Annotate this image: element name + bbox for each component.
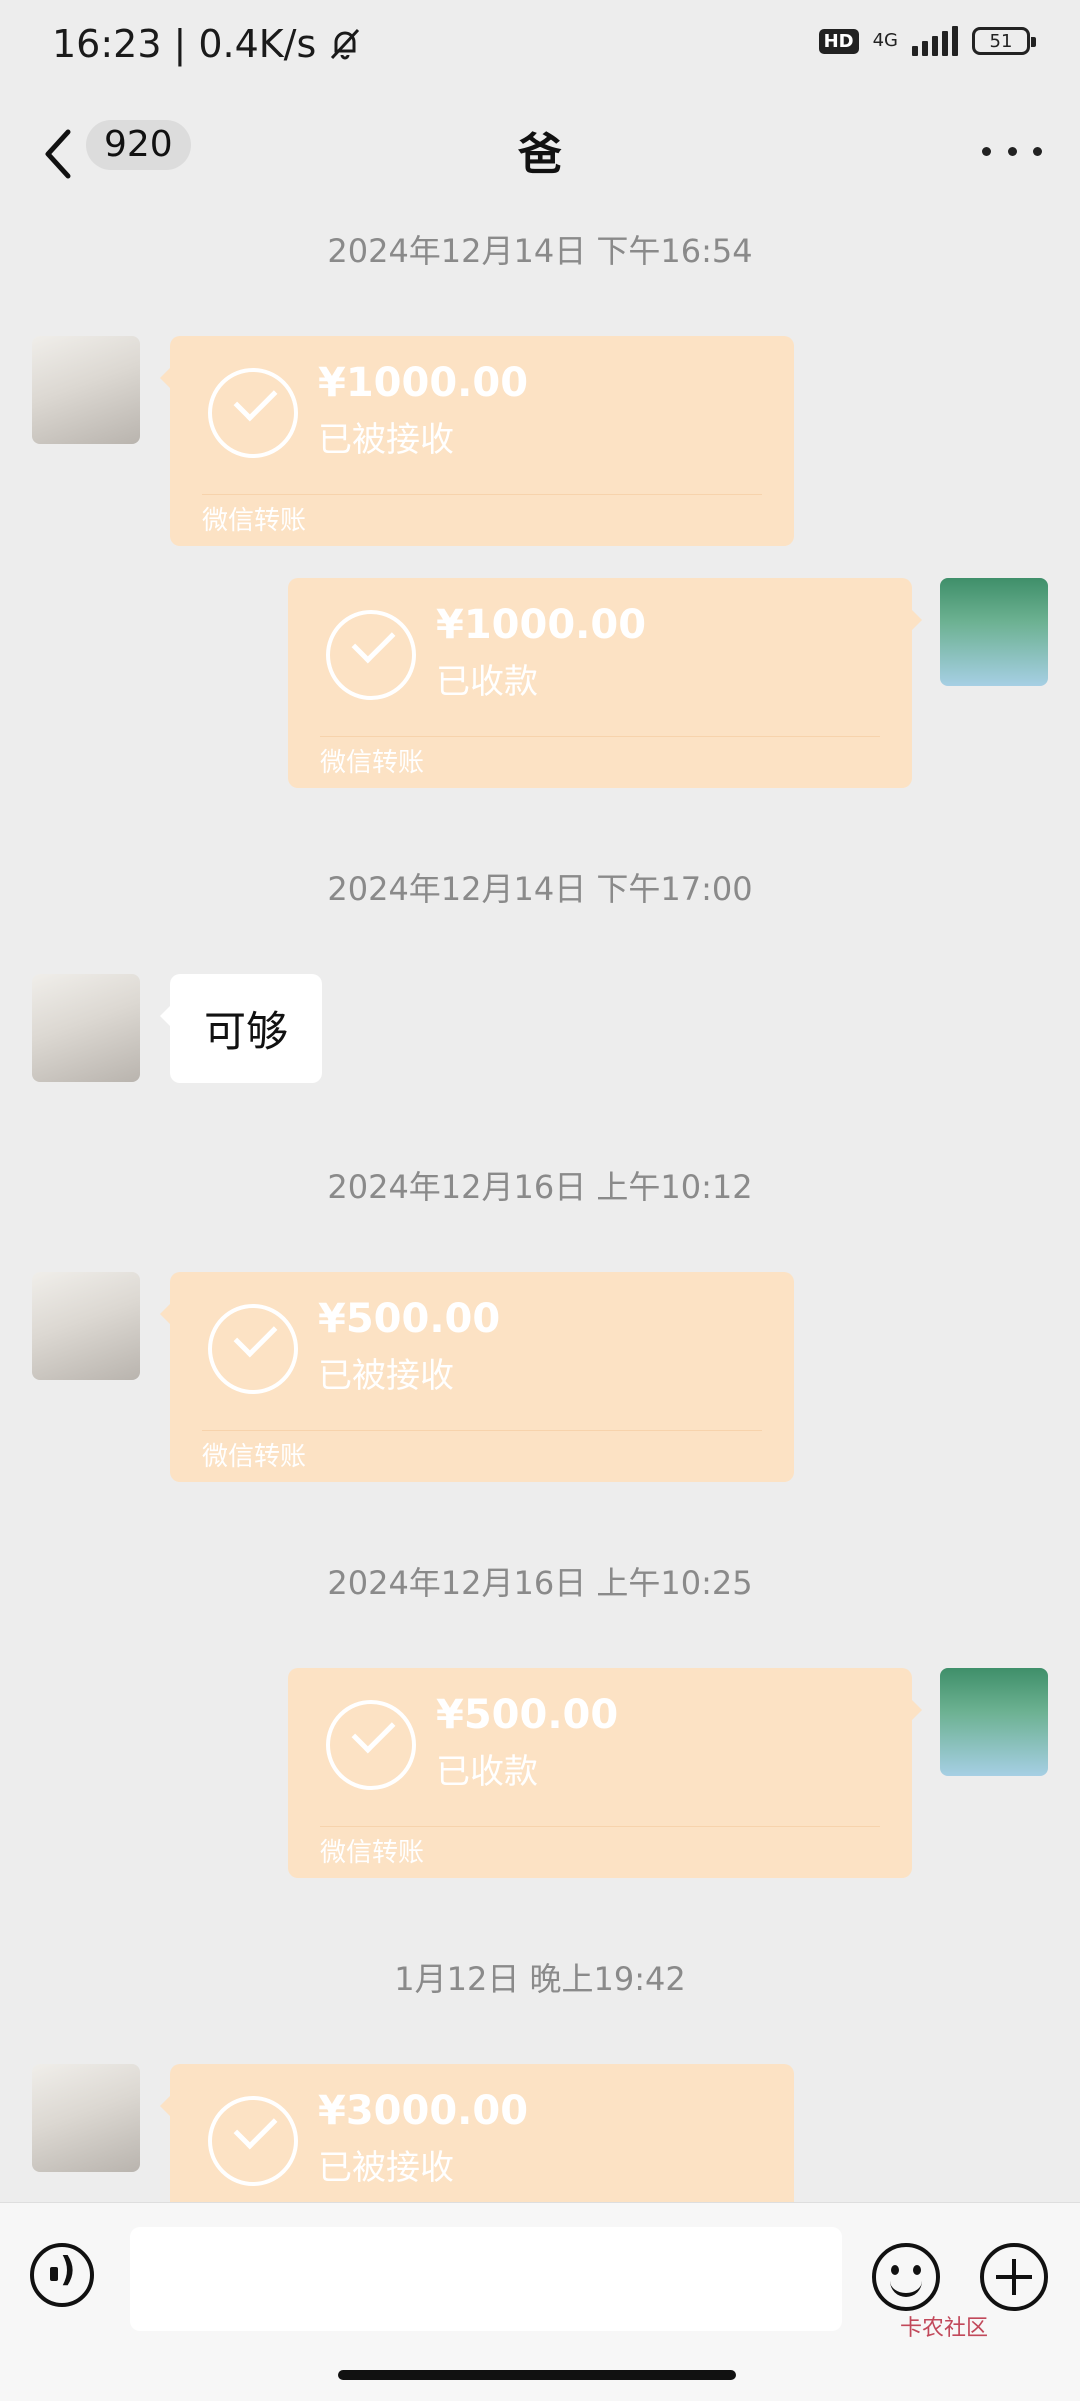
message-timestamp: 2024年12月16日 上午10:12 <box>327 1168 753 1206</box>
status-time: 16:23 <box>52 22 162 66</box>
transfer-amount: ¥500.00 <box>318 1296 501 1342</box>
transfer-amount: ¥1000.00 <box>436 602 647 648</box>
message-timestamp: 1月12日 晚上19:42 <box>394 1960 686 1998</box>
check-circle-icon <box>208 2096 298 2186</box>
transfer-status: 已收款 <box>436 662 538 702</box>
contact-avatar[interactable] <box>32 2064 140 2172</box>
contact-avatar[interactable] <box>32 1272 140 1380</box>
more-options-icon[interactable] <box>982 126 1042 176</box>
message-timestamp: 2024年12月14日 下午16:54 <box>327 232 753 270</box>
transfer-status: 已被接收 <box>318 2148 454 2188</box>
plus-icon[interactable] <box>980 2243 1048 2311</box>
transfer-status: 已收款 <box>436 1752 538 1792</box>
check-circle-icon <box>208 1304 298 1394</box>
transfer-footer: 微信转账 <box>320 748 425 778</box>
home-indicator[interactable] <box>338 2370 736 2380</box>
transfer-amount: ¥3000.00 <box>318 2088 529 2134</box>
message-timestamp: 2024年12月16日 上午10:25 <box>327 1564 753 1602</box>
transfer-footer: 微信转账 <box>320 1838 425 1868</box>
transfer-amount: ¥1000.00 <box>318 360 529 406</box>
network-speed: 0.4K/s <box>198 22 317 66</box>
transfer-status: 已被接收 <box>318 420 454 460</box>
status-left: 16:23 | 0.4K/s <box>52 22 362 66</box>
message-timestamp: 2024年12月14日 下午17:00 <box>327 870 753 908</box>
signal-icon <box>912 26 958 56</box>
status-bar: 16:23 | 0.4K/s HD 4G 51 <box>0 0 1080 96</box>
transfer-amount: ¥500.00 <box>436 1692 619 1738</box>
my-avatar[interactable] <box>940 578 1048 686</box>
hd-badge: HD <box>818 28 859 54</box>
transfer-footer: 微信转账 <box>202 1442 307 1472</box>
transfer-status: 已被接收 <box>318 1356 454 1396</box>
battery-level: 51 <box>989 30 1013 52</box>
voice-input-icon[interactable] <box>30 2243 94 2307</box>
check-circle-icon <box>208 368 298 458</box>
mute-bell-icon <box>331 28 360 60</box>
chat-title: 爸 <box>518 129 562 180</box>
contact-avatar[interactable] <box>32 336 140 444</box>
contact-avatar[interactable] <box>32 974 140 1082</box>
message-text: 可够 <box>204 1007 289 1056</box>
nav-bar: 920 爸 <box>0 96 1080 214</box>
emoji-icon[interactable] <box>872 2243 940 2311</box>
transfer-bubble[interactable]: ¥500.00 已收款 微信转账 <box>288 1668 922 1878</box>
text-bubble[interactable]: 可够 <box>160 974 323 1083</box>
network-type: 4G <box>873 32 898 50</box>
transfer-bubble[interactable]: ¥500.00 已被接收 微信转账 <box>160 1272 794 1482</box>
status-right: HD 4G 51 <box>818 26 1036 56</box>
check-circle-icon <box>326 610 416 700</box>
network-type-label: 4G <box>872 30 898 51</box>
watermark: 卡农社区 <box>900 2316 989 2341</box>
message-input[interactable] <box>130 2227 842 2331</box>
transfer-bubble[interactable]: ¥1000.00 已被接收 微信转账 <box>160 336 794 546</box>
my-avatar[interactable] <box>940 1668 1048 1776</box>
check-circle-icon <box>326 1700 416 1790</box>
transfer-bubble[interactable]: ¥1000.00 已收款 微信转账 <box>288 578 922 788</box>
battery-icon: 51 <box>972 27 1036 55</box>
transfer-footer: 微信转账 <box>202 506 307 536</box>
status-separator: | <box>173 22 187 66</box>
